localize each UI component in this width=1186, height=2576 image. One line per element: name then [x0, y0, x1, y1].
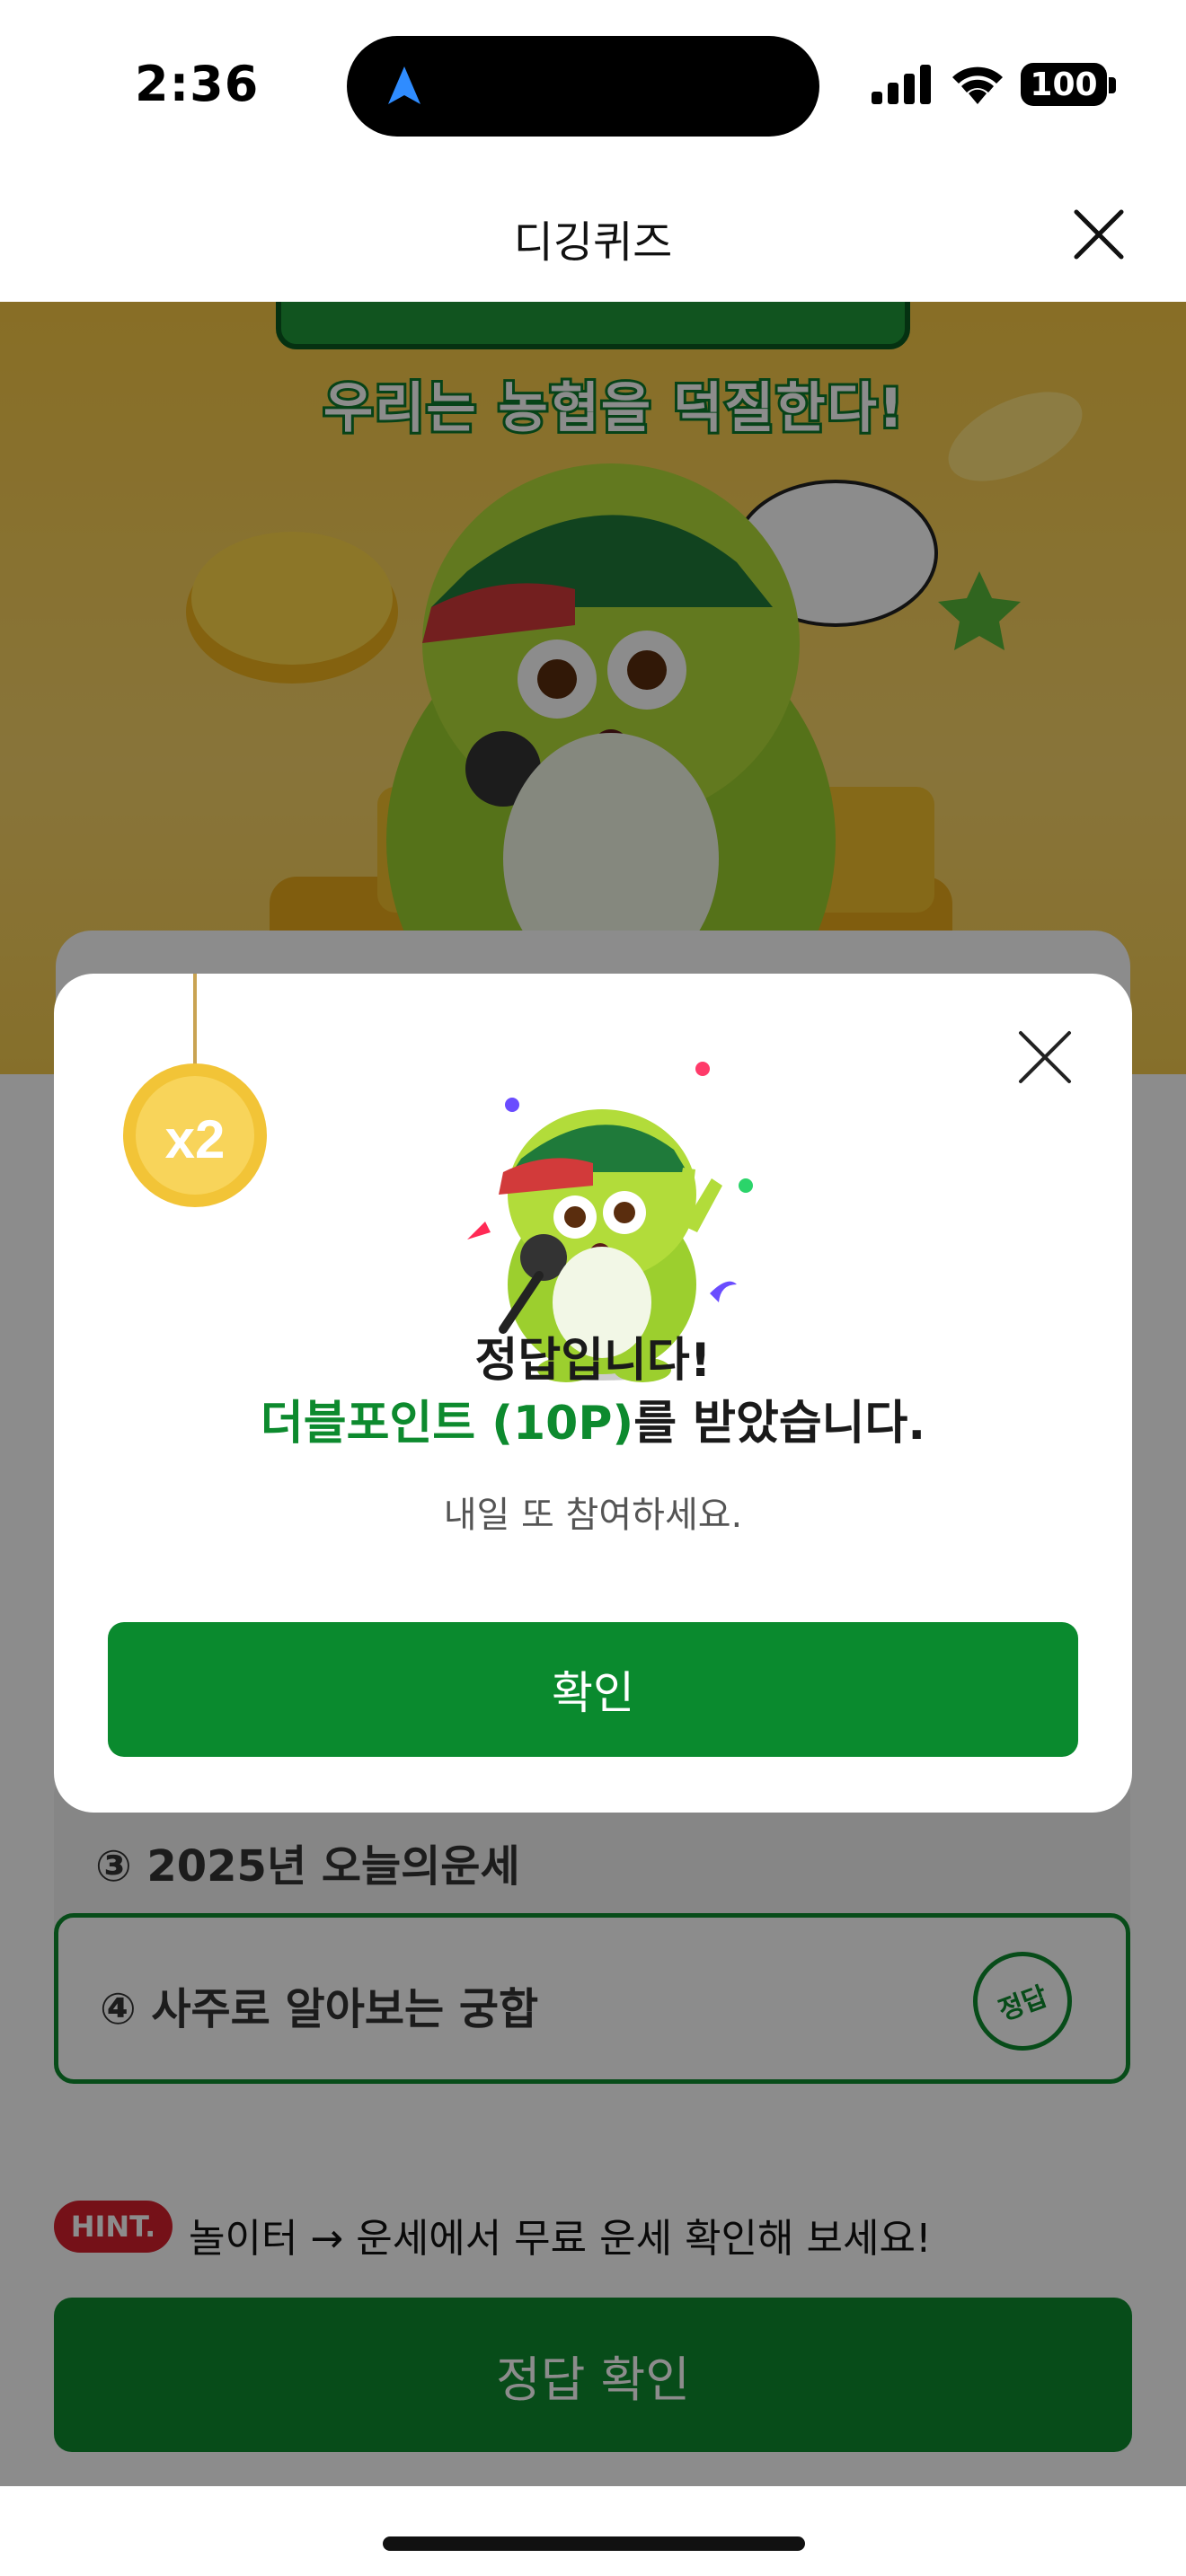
cellular-signal-icon [872, 65, 931, 104]
wifi-icon [952, 66, 1003, 104]
medal-label: x2 [165, 1109, 226, 1169]
modal-title-line2-rest: 를 받았습니다. [633, 1397, 926, 1451]
page-title: 디깅퀴즈 [513, 217, 673, 268]
battery-cap [1109, 77, 1116, 93]
status-bar: 2:36 100 [0, 0, 1186, 171]
battery-icon: 100 [1021, 63, 1107, 106]
nav-header: 디깅퀴즈 [0, 171, 1186, 302]
status-time: 2:36 [135, 56, 260, 112]
dynamic-island [347, 36, 819, 137]
modal-title-line1: 정답입니다! [474, 1334, 712, 1388]
modal-title: 정답입니다! 더블포인트 (10P)를 받았습니다. [54, 1329, 1132, 1455]
double-point-medal-icon: x2 [123, 974, 267, 1207]
close-icon[interactable] [1015, 1028, 1075, 1087]
confirm-button[interactable]: 확인 [108, 1622, 1078, 1757]
close-icon[interactable] [1067, 203, 1130, 266]
modal-subtitle: 내일 또 참여하세요. [443, 1495, 743, 1536]
modal-title-line2: 더블포인트 (10P)를 받았습니다. [54, 1392, 1132, 1455]
home-area [0, 2486, 1186, 2576]
home-indicator[interactable] [383, 2536, 805, 2551]
result-modal: x2 정답입니다! 더블포인트 (10P)를 받았습니다. 내일 또 참여하세요… [54, 974, 1132, 1813]
double-point-highlight: 더블포인트 (10P) [260, 1397, 634, 1451]
battery-level: 100 [1030, 66, 1098, 103]
location-arrow-icon [388, 66, 420, 104]
